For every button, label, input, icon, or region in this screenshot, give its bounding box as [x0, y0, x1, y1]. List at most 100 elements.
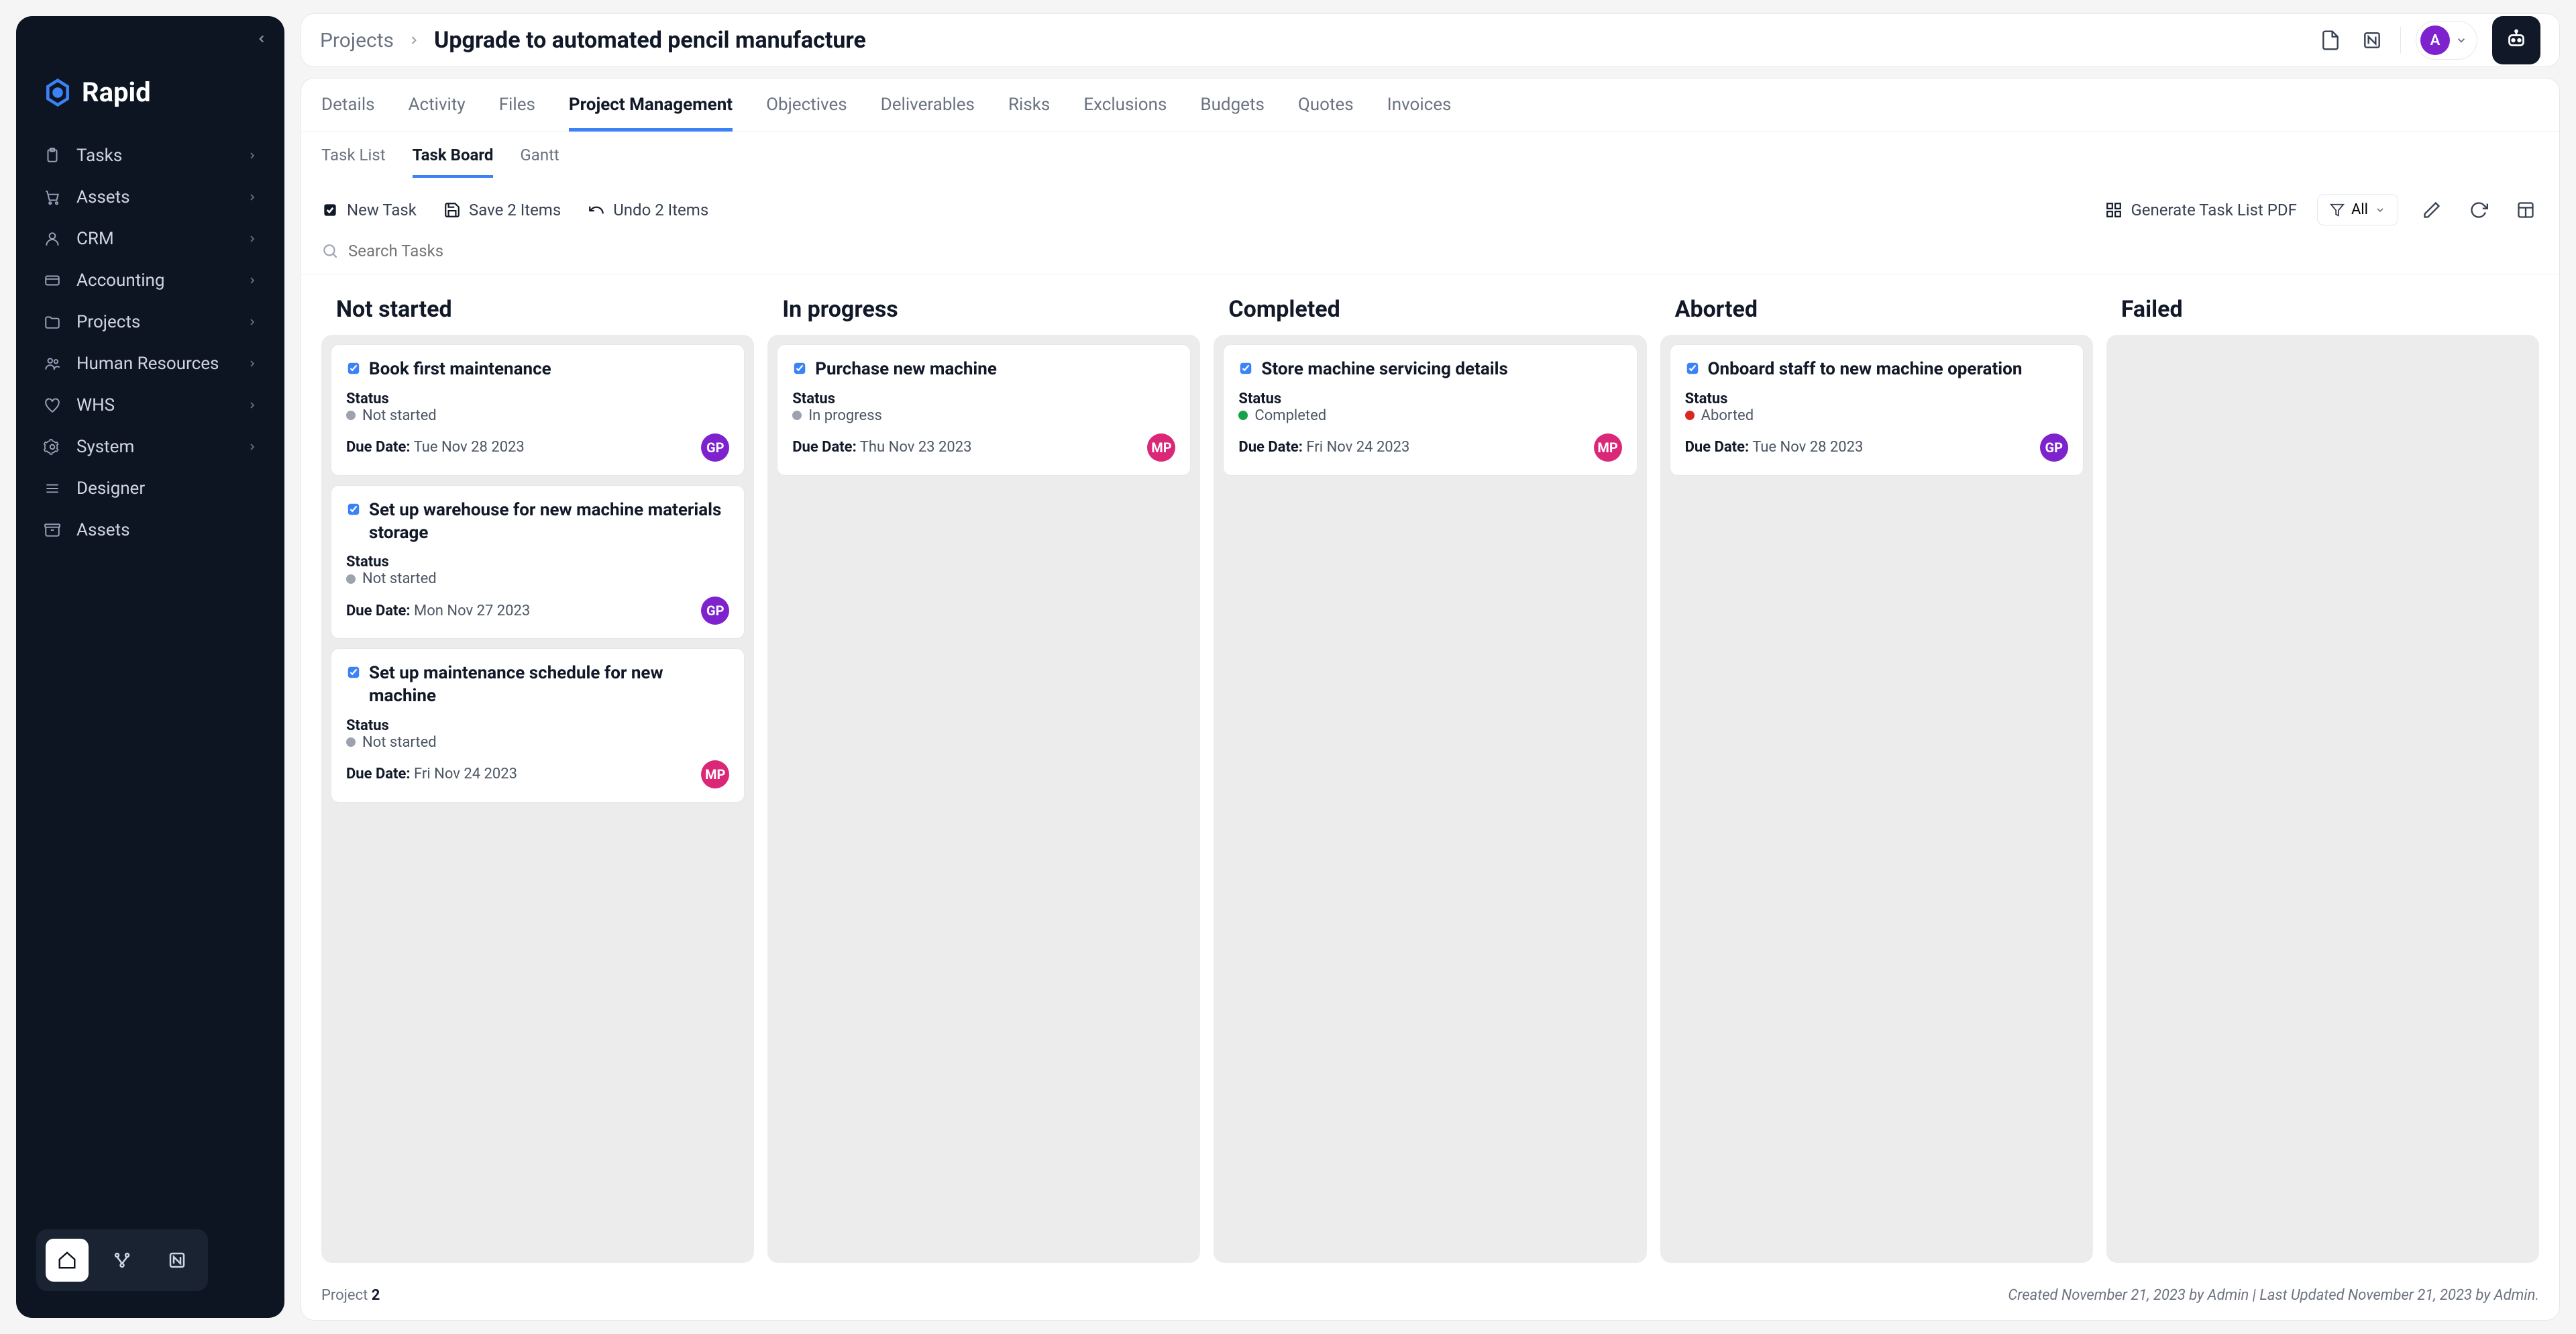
- column-body[interactable]: Book first maintenance Status Not starte…: [321, 335, 754, 1263]
- bottom-network-button[interactable]: [101, 1239, 144, 1282]
- due-date: Due Date: Fri Nov 24 2023: [1238, 439, 1409, 456]
- subtab-gantt[interactable]: Gantt: [520, 146, 559, 178]
- task-title: Book first maintenance: [369, 358, 551, 381]
- heart-icon: [43, 396, 62, 415]
- sidebar-collapse-button[interactable]: [252, 30, 271, 48]
- column-title: Failed: [2106, 291, 2539, 335]
- tab-deliverables[interactable]: Deliverables: [881, 95, 975, 132]
- filter-dropdown[interactable]: All: [2317, 194, 2398, 225]
- gear-icon: [43, 438, 62, 456]
- generate-pdf-button[interactable]: Generate Task List PDF: [2105, 201, 2297, 219]
- tab-activity[interactable]: Activity: [409, 95, 466, 132]
- column-body[interactable]: Purchase new machine Status In progress …: [767, 335, 1200, 1263]
- logo-mark-icon: [43, 78, 72, 107]
- assignee-avatar[interactable]: MP: [1147, 433, 1175, 462]
- sidebar-bottom: [16, 1216, 284, 1318]
- search-icon: [321, 242, 339, 260]
- new-task-button[interactable]: New Task: [321, 201, 417, 219]
- board-column-completed: Completed Store machine servicing detail…: [1214, 291, 1646, 1263]
- tab-exclusions[interactable]: Exclusions: [1083, 95, 1167, 132]
- tab-files[interactable]: Files: [499, 95, 535, 132]
- tabs-secondary: Task List Task Board Gantt: [301, 132, 2559, 178]
- tab-project-management[interactable]: Project Management: [569, 95, 733, 132]
- assignee-avatar[interactable]: MP: [1594, 433, 1622, 462]
- tab-quotes[interactable]: Quotes: [1298, 95, 1354, 132]
- chevron-right-icon: [247, 400, 258, 411]
- tab-risks[interactable]: Risks: [1008, 95, 1050, 132]
- brand-name: Rapid: [82, 76, 151, 108]
- clipboard-icon: [43, 146, 62, 165]
- sidebar-item-label: Human Resources: [76, 354, 219, 374]
- status-value: Aborted: [1701, 407, 1754, 424]
- assignee-avatar[interactable]: GP: [701, 433, 729, 462]
- task-card[interactable]: Onboard staff to new machine operation S…: [1670, 344, 2084, 476]
- chevron-down-icon: [2455, 34, 2467, 46]
- task-card[interactable]: Set up maintenance schedule for new mach…: [331, 648, 745, 803]
- edit-button[interactable]: [2418, 197, 2445, 223]
- sidebar-item-label: Accounting: [76, 270, 165, 291]
- chat-assistant-button[interactable]: [2492, 16, 2540, 64]
- cart-icon: [43, 188, 62, 207]
- tab-invoices[interactable]: Invoices: [1387, 95, 1452, 132]
- topbar: Projects Upgrade to automated pencil man…: [301, 13, 2560, 67]
- status-label: Status: [346, 717, 729, 734]
- task-title: Store machine servicing details: [1261, 358, 1507, 381]
- task-card[interactable]: Store machine servicing details Status C…: [1223, 344, 1637, 476]
- task-card[interactable]: Set up warehouse for new machine materia…: [331, 485, 745, 639]
- layout-button[interactable]: [2512, 197, 2539, 223]
- sidebar-item-tasks[interactable]: Tasks: [30, 135, 271, 176]
- sidebar-item-label: WHS: [76, 395, 115, 415]
- subtab-task-board[interactable]: Task Board: [413, 146, 494, 178]
- board-column-in-progress: In progress Purchase new machine Status …: [767, 291, 1200, 1263]
- divider: [2400, 27, 2401, 54]
- user-menu[interactable]: A: [2416, 21, 2477, 60]
- undo-button[interactable]: Undo 2 Items: [588, 201, 708, 219]
- filter-icon: [2330, 203, 2345, 217]
- undo-label: Undo 2 Items: [613, 201, 708, 219]
- bottom-notion-button[interactable]: [156, 1239, 199, 1282]
- sidebar-item-whs[interactable]: WHS: [30, 384, 271, 426]
- sidebar-item-crm[interactable]: CRM: [30, 218, 271, 260]
- assignee-avatar[interactable]: GP: [701, 597, 729, 625]
- task-card[interactable]: Book first maintenance Status Not starte…: [331, 344, 745, 476]
- breadcrumb-root[interactable]: Projects: [320, 29, 394, 52]
- notion-icon-button[interactable]: [2359, 27, 2385, 54]
- footer: Project 2 Created November 21, 2023 by A…: [301, 1279, 2559, 1320]
- sidebar-item-assets[interactable]: Assets: [30, 176, 271, 218]
- sidebar-item-system[interactable]: System: [30, 426, 271, 468]
- bottom-home-button[interactable]: [46, 1239, 89, 1282]
- board-column-aborted: Aborted Onboard staff to new machine ope…: [1660, 291, 2093, 1263]
- tab-details[interactable]: Details: [321, 95, 375, 132]
- save-button[interactable]: Save 2 Items: [443, 201, 561, 219]
- main: Projects Upgrade to automated pencil man…: [292, 0, 2576, 1334]
- sidebar-item-accounting[interactable]: Accounting: [30, 260, 271, 301]
- sidebar-item-human-resources[interactable]: Human Resources: [30, 343, 271, 384]
- sidebar-item-projects[interactable]: Projects: [30, 301, 271, 343]
- column-title: Not started: [321, 291, 754, 335]
- sidebar-item-assets[interactable]: Assets: [30, 509, 271, 551]
- subtab-task-list[interactable]: Task List: [321, 146, 386, 178]
- search-bar: [301, 242, 2559, 274]
- status-value: Not started: [362, 570, 437, 587]
- column-body[interactable]: Onboard staff to new machine operation S…: [1660, 335, 2093, 1263]
- toolbar: New Task Save 2 Items Undo 2 Items Gener…: [301, 178, 2559, 242]
- sidebar-item-designer[interactable]: Designer: [30, 468, 271, 509]
- column-body[interactable]: Store machine servicing details Status C…: [1214, 335, 1646, 1263]
- tabs-primary: Details Activity Files Project Management Ob…: [301, 79, 2559, 132]
- refresh-button[interactable]: [2465, 197, 2492, 223]
- assignee-avatar[interactable]: GP: [2040, 433, 2068, 462]
- footer-label: Project: [321, 1287, 368, 1304]
- sidebar-item-label: Projects: [76, 312, 140, 332]
- chevron-down-icon: [2375, 205, 2385, 215]
- column-body[interactable]: [2106, 335, 2539, 1263]
- footer-meta: Created November 21, 2023 by Admin | Las…: [2008, 1287, 2539, 1304]
- status-value: Completed: [1254, 407, 1326, 424]
- task-card[interactable]: Purchase new machine Status In progress …: [777, 344, 1191, 476]
- tab-objectives[interactable]: Objectives: [766, 95, 847, 132]
- search-input[interactable]: [348, 242, 2539, 260]
- document-icon-button[interactable]: [2317, 27, 2344, 54]
- assignee-avatar[interactable]: MP: [701, 760, 729, 788]
- status-dot-icon: [1685, 411, 1695, 420]
- tab-budgets[interactable]: Budgets: [1200, 95, 1265, 132]
- brand-logo[interactable]: Rapid: [16, 56, 284, 135]
